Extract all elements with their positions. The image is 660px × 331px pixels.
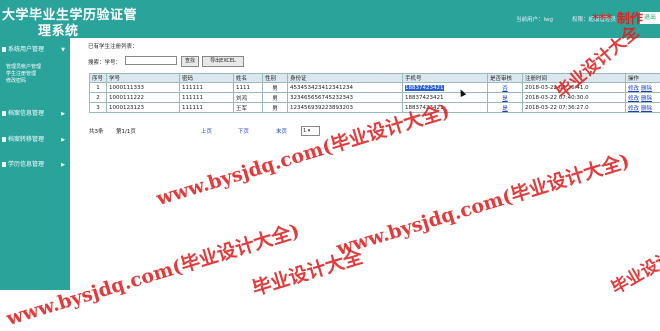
menu-icon bbox=[2, 162, 6, 167]
operations-cell: 修改删除 bbox=[626, 103, 660, 113]
search-label: 搜索：学号： bbox=[88, 58, 121, 66]
approved-link[interactable]: 否 bbox=[488, 83, 523, 93]
page-select[interactable]: 1 ▾ bbox=[301, 126, 320, 136]
password-cell: 111111 bbox=[180, 93, 234, 103]
page-info: 第1/1页 bbox=[116, 127, 136, 135]
id-card-cell: 323465656745232343 bbox=[288, 93, 403, 103]
student-id-search-input[interactable] bbox=[125, 56, 177, 65]
table-row: 1 1000111333 111111 1111 男 4534534234123… bbox=[90, 83, 660, 93]
column-header: 身份证 bbox=[288, 74, 403, 83]
menu-icon bbox=[2, 137, 6, 142]
logout-button[interactable]: 退出 bbox=[640, 12, 660, 24]
table-header-row: 序号 学号 密码 姓名 性别 身份证 手机号 是否审核 注册时间 操作 bbox=[90, 74, 660, 83]
sidebar-item-label: 档案转移管理 bbox=[8, 135, 44, 145]
column-header: 姓名 bbox=[234, 74, 263, 83]
column-header: 学号 bbox=[107, 74, 180, 83]
reg-time-cell: 2018-03-22 08:36:41.0 bbox=[523, 83, 626, 93]
reg-time-cell: 2018-03-22 07:40:30.0 bbox=[523, 93, 626, 103]
chevron-right-icon: ▶ bbox=[61, 160, 65, 170]
sidebar-item-archive-info[interactable]: 档案信息管理 ▶ bbox=[0, 109, 70, 119]
reg-time-cell: 2018-03-22 07:36:27.0 bbox=[523, 103, 626, 113]
phone-cell: 18837423421 bbox=[403, 103, 488, 113]
name-cell: 刘鸿 bbox=[234, 93, 263, 103]
selected-phone-text: 18837423421 bbox=[405, 85, 444, 91]
menu-icon bbox=[2, 111, 6, 116]
chevron-right-icon: ▶ bbox=[61, 135, 65, 145]
password-cell: 111111 bbox=[180, 83, 234, 93]
gender-cell: 男 bbox=[263, 103, 288, 113]
system-title-line2: 理系统 bbox=[38, 20, 79, 39]
column-header: 是否审核 bbox=[488, 74, 523, 83]
sidebar-item-education-info[interactable]: 学历信息管理 ▶ bbox=[0, 160, 70, 170]
column-header: 注册时间 bbox=[523, 74, 626, 83]
export-excel-button[interactable]: 导出EXCEL bbox=[202, 56, 244, 67]
current-user-label: 当前用户：lwg bbox=[516, 15, 553, 23]
student-id-cell: 1000111222 bbox=[107, 93, 180, 103]
sidebar-sub-admin-accounts[interactable]: 管理员帐户管理 bbox=[6, 64, 41, 71]
edit-link[interactable]: 修改 bbox=[628, 106, 639, 112]
column-header: 密码 bbox=[180, 74, 234, 83]
approved-link[interactable]: 是 bbox=[488, 93, 523, 103]
sidebar-item-label: 档案信息管理 bbox=[8, 109, 44, 119]
sidebar-item-label: 学历信息管理 bbox=[8, 160, 44, 170]
id-card-cell: 453453423412341234 bbox=[288, 83, 403, 93]
table-row: 3 1000123123 111111 王军 男 123456939223893… bbox=[90, 103, 660, 113]
prev-page-link[interactable]: 上页 bbox=[201, 127, 212, 135]
student-id-cell: 1000111333 bbox=[107, 83, 180, 93]
name-cell: 1111 bbox=[234, 83, 263, 93]
delete-link[interactable]: 删除 bbox=[641, 96, 652, 102]
sidebar-item-label: 系统用户管理 bbox=[8, 45, 44, 55]
approved-link[interactable]: 是 bbox=[488, 103, 523, 113]
sidebar-item-archive-transfer[interactable]: 档案转移管理 ▶ bbox=[0, 135, 70, 145]
search-button[interactable]: 查找 bbox=[181, 56, 199, 67]
made-by-watermark: *** 制作 bbox=[592, 8, 643, 27]
delete-link[interactable]: 删除 bbox=[641, 86, 652, 92]
row-number: 1 bbox=[90, 83, 107, 93]
main-content: 已有学生注册列表： 搜索：学号： 查找 导出EXCEL 序号 学号 密码 姓名 … bbox=[70, 38, 660, 290]
menu-icon bbox=[2, 47, 6, 52]
sidebar-item-system-users[interactable]: 系统用户管理 ▼ bbox=[0, 45, 70, 55]
page-select-value: 1 bbox=[303, 128, 306, 134]
sidebar: 系统用户管理 ▼ 管理员帐户管理 学生注册管理 修改密码 档案信息管理 ▶ 档案… bbox=[0, 38, 70, 290]
edit-link[interactable]: 修改 bbox=[628, 86, 639, 92]
phone-cell: 18837423421 bbox=[403, 93, 488, 103]
name-cell: 王军 bbox=[234, 103, 263, 113]
registered-list-label: 已有学生注册列表： bbox=[88, 42, 138, 50]
password-cell: 111111 bbox=[180, 103, 234, 113]
column-header: 性别 bbox=[263, 74, 288, 83]
chevron-down-icon: ▼ bbox=[61, 45, 65, 55]
sidebar-sub-student-registration[interactable]: 学生注册管理 bbox=[6, 71, 36, 78]
column-header: 手机号 bbox=[403, 74, 488, 83]
sidebar-sub-change-password[interactable]: 修改密码 bbox=[6, 78, 26, 85]
column-header: 操作 bbox=[626, 74, 660, 83]
top-header: 大学毕业生学历验证管 理系统 当前用户：lwg 权限：超级管理员 退出 *** … bbox=[0, 0, 660, 38]
delete-link[interactable]: 删除 bbox=[641, 106, 652, 112]
id-card-cell: 123456939223893203 bbox=[288, 103, 403, 113]
table-row: 2 1000111222 111111 刘鸿 男 323465656745232… bbox=[90, 93, 660, 103]
column-header: 序号 bbox=[90, 74, 107, 83]
last-page-link[interactable]: 末页 bbox=[276, 127, 287, 135]
operations-cell: 修改删除 bbox=[626, 83, 660, 93]
phone-cell: 18837423421 bbox=[403, 83, 488, 93]
edit-link[interactable]: 修改 bbox=[628, 96, 639, 102]
operations-cell: 修改删除 bbox=[626, 93, 660, 103]
student-id-cell: 1000123123 bbox=[107, 103, 180, 113]
total-count: 共3条 bbox=[89, 127, 104, 135]
chevron-right-icon: ▶ bbox=[61, 109, 65, 119]
next-page-link[interactable]: 下页 bbox=[238, 127, 249, 135]
row-number: 2 bbox=[90, 93, 107, 103]
row-number: 3 bbox=[90, 103, 107, 113]
gender-cell: 男 bbox=[263, 83, 288, 93]
gender-cell: 男 bbox=[263, 93, 288, 103]
student-table: 序号 学号 密码 姓名 性别 身份证 手机号 是否审核 注册时间 操作 1 10… bbox=[89, 73, 660, 113]
